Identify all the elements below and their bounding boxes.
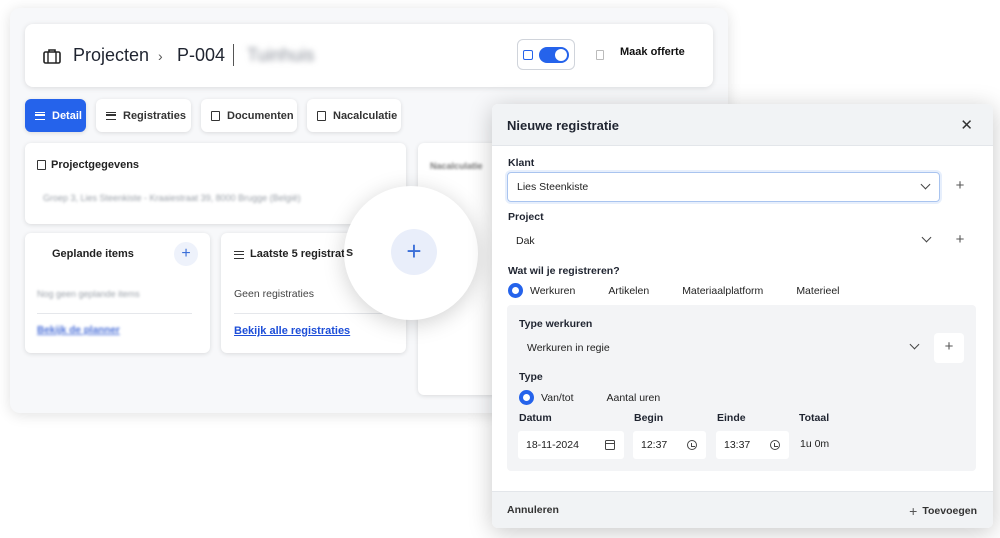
add-planned-button[interactable]: + [174,242,198,266]
all-registrations-link[interactable]: Bekijk alle registraties [234,325,350,337]
add-customer-button[interactable]: + [945,172,975,202]
chevron-right-icon: › [158,47,163,64]
customer-label: Klant [508,157,535,169]
date-input[interactable]: 18-11-2024 [518,431,624,459]
magnifier-highlight: s + [344,186,478,320]
project-code: P-004 [177,45,226,65]
project-name: Tuinhuis [247,45,315,65]
plus-icon: + [909,503,918,519]
tab-documenten[interactable]: Documenten [201,99,297,132]
make-quote-button[interactable]: Maak offerte [620,46,685,58]
chevron-down-icon [921,232,932,243]
card-title: Nacalculatie [430,161,483,171]
add-registration-button[interactable]: + [391,229,437,275]
calculator-icon [317,110,326,121]
briefcase-icon [43,24,63,87]
project-info-card: Projectgegevens Groep 3, Lies Steenkiste… [25,143,406,224]
tab-label: Registraties [123,109,186,122]
work-type-label: Type werkuren [519,318,593,330]
end-label: Einde [717,412,746,424]
tab-detail[interactable]: Detail [25,99,86,132]
planner-link[interactable]: Bekijk de planner [37,325,120,336]
start-label: Begin [634,412,664,424]
radio-selected-icon [519,390,534,405]
radio-werkuren[interactable]: Werkuren [508,283,575,298]
total-value: 1u 0m [800,438,830,450]
empty-state: Nog geen geplande items [37,289,140,299]
tab-label: Nacalculatie [333,109,398,122]
date-label: Datum [519,412,552,424]
add-button-label: Toevoegen [922,505,977,517]
clock-icon[interactable] [687,440,697,450]
radio-materieel[interactable]: Materieel [796,285,839,297]
radio-selected-icon [508,283,523,298]
document-icon [211,110,220,121]
clock-icon[interactable] [770,440,780,450]
project-value: Dak [516,235,535,247]
card-title: Geplande items [52,248,134,260]
breadcrumb-divider [233,44,234,66]
list-icon [234,251,244,259]
chevron-down-icon [920,179,931,190]
calendar-icon [523,49,533,60]
toggle-switch[interactable] [539,46,569,63]
start-time-input[interactable]: 12:37 [633,431,706,459]
modal-title: Nieuwe registratie [507,118,619,133]
radio-aantal-uren[interactable]: Aantal uren [607,392,661,404]
time-type-group: Van/tot Aantal uren [519,390,660,405]
calculator-icon [37,160,46,170]
add-work-type-button[interactable]: + [934,333,964,363]
chevron-down-icon [909,339,920,350]
breadcrumb-projects[interactable]: Projecten [73,24,149,87]
project-select[interactable]: Dak [507,226,940,256]
cancel-button[interactable]: Annuleren [507,504,559,516]
radio-van-tot[interactable]: Van/tot [519,390,574,405]
project-header: Projecten › P-004 Tuinhuis Maak offerte [25,24,713,87]
tab-label: Detail [52,109,82,122]
tab-registraties[interactable]: Registraties [96,99,191,132]
register-question: Wat wil je registreren? [508,265,620,277]
magnified-text: s [346,244,354,259]
close-icon[interactable]: ✕ [960,116,973,134]
tab-label: Documenten [227,109,294,122]
type-label: Type [519,371,543,383]
register-type-group: Werkuren Artikelen Materiaalplatform Mat… [508,283,840,298]
modal-footer: Annuleren + Toevoegen [492,491,993,528]
end-time-input[interactable]: 13:37 [716,431,789,459]
divider [37,313,192,314]
modal-header: Nieuwe registratie ✕ [492,104,993,146]
list-icon [106,111,116,120]
empty-state: Geen registraties [234,288,314,300]
work-hours-panel: Type werkuren Werkuren in regie + Type V… [507,305,976,471]
radio-artikelen[interactable]: Artikelen [608,285,649,297]
trash-icon[interactable] [596,50,604,60]
work-type-value: Werkuren in regie [527,342,610,354]
work-type-select[interactable]: Werkuren in regie [518,333,928,363]
list-icon [35,111,45,120]
add-button[interactable]: + Toevoegen [909,503,977,519]
customer-value: Lies Steenkiste [517,181,589,193]
divider [234,313,394,314]
calendar-toggle[interactable] [517,39,575,70]
total-label: Totaal [799,412,830,424]
new-registration-modal: Nieuwe registratie ✕ Klant Lies Steenkis… [492,104,993,528]
planned-items-card: Geplande items + Nog geen geplande items… [25,233,210,353]
customer-select[interactable]: Lies Steenkiste [507,172,940,202]
radio-materiaalplatform[interactable]: Materiaalplatform [682,285,763,297]
calendar-icon[interactable] [605,440,615,450]
add-project-button[interactable]: + [945,226,975,256]
project-label: Project [508,211,544,223]
card-title: Projectgegevens [51,159,140,171]
tab-nacalculatie[interactable]: Nacalculatie [307,99,401,132]
project-address: Groep 3, Lies Steenkiste - Kraaiestraat … [43,193,301,203]
